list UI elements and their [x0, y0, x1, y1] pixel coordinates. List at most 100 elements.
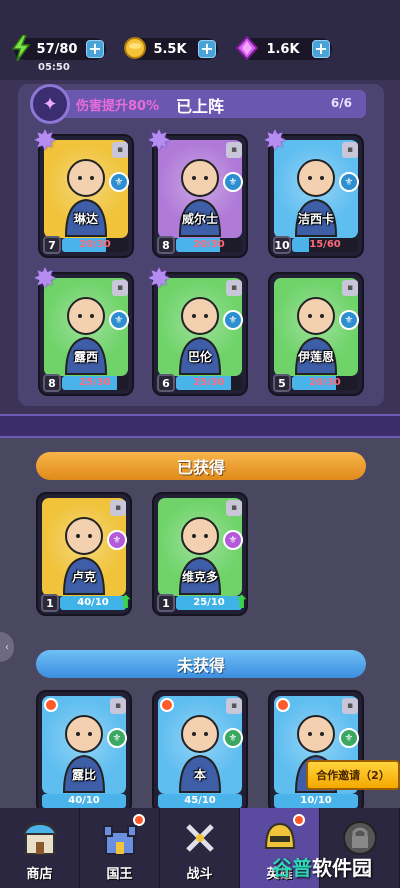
hero-card[interactable]: ▪ ⚜ 10/10 [268, 690, 364, 814]
hero-card[interactable]: ▪ ⚜ 伊莲恩 5 20/30 [268, 272, 364, 396]
hero-shard-count: 25/30 [193, 377, 225, 388]
shop-icon [18, 816, 62, 860]
hero-role-icon: ⚜ [223, 310, 243, 330]
star-rank-icon: ✸ [263, 124, 287, 157]
hero-card[interactable]: ▪ ⚜ 维克多 1 25/10 ⬆ [152, 492, 250, 616]
hero-name: 威尔士 [181, 212, 218, 226]
star-rank-icon: ✸ [33, 262, 57, 295]
hero-shard-bar: 20/30 [292, 376, 358, 390]
hero-role-icon: ⚜ [109, 310, 129, 330]
add-gems-button[interactable]: + [312, 40, 330, 58]
hero-name: 卢克 [71, 570, 96, 584]
hero-role-icon: ⚜ [109, 172, 129, 192]
hero-role-icon: ⚜ [223, 172, 243, 192]
add-energy-button[interactable]: + [86, 40, 104, 58]
hero-type-icon: ▪ [226, 142, 242, 158]
hero-shard-count: 40/10 [77, 597, 109, 608]
new-hero-dot [276, 698, 290, 712]
hero-shard-bar: 20/30 [176, 238, 242, 252]
tab-shop-label: 商店 [26, 867, 53, 882]
deployed-count: 6/6 [330, 96, 352, 110]
lightning-icon [8, 34, 34, 62]
hero-shard-count: 20/30 [79, 239, 111, 250]
hero-name: 巴伦 [187, 350, 212, 364]
hero-shard-count: 40/10 [68, 795, 100, 806]
hero-role-icon: ⚜ [339, 728, 359, 748]
hero-type-icon: ▪ [342, 142, 358, 158]
hero-shard-count: 20/30 [193, 239, 225, 250]
hero-shard-bar: 20/30 [62, 238, 128, 252]
tab-king[interactable]: 国王 [80, 808, 160, 888]
tab-king-label: 国王 [106, 867, 133, 882]
hero-card[interactable]: ✸ ▪ ⚜ 露西 8 25/30 [33, 264, 134, 396]
boost-star-icon[interactable]: ✦ [30, 84, 70, 124]
gold-counter: 5.5K + [124, 37, 218, 60]
hero-card[interactable]: ✸ ▪ ⚜ 威尔士 8 20/30 [147, 126, 248, 258]
hero-type-icon: ▪ [110, 500, 126, 516]
coin-icon [122, 34, 148, 62]
hero-role-icon: ⚜ [339, 172, 359, 192]
hero-level: 10 [273, 236, 291, 254]
watermark: 谷普软件园 [272, 856, 372, 880]
hero-card[interactable]: ✸ ▪ ⚜ 巴伦 6 25/30 [147, 264, 248, 396]
upgrade-arrow-icon[interactable]: ⬆ [234, 592, 250, 613]
tab-battle[interactable]: 战斗 [160, 808, 240, 888]
hero-card[interactable]: ▪ ⚜ 本 45/10 [152, 690, 248, 814]
hero-name: 本 [193, 768, 206, 782]
hero-name: 伊莲恩 [297, 350, 334, 364]
hero-card[interactable]: ▪ ⚜ 露比 40/10 [36, 690, 132, 814]
coop-invite-button[interactable]: 合作邀请（2） [306, 760, 400, 790]
hero-shard-bar: 25/30 [176, 376, 242, 390]
obtained-header: 已获得 [36, 452, 366, 480]
hero-name: 露比 [71, 768, 96, 782]
new-hero-dot [44, 698, 58, 712]
hero-level: 8 [43, 374, 61, 392]
deployed-title: 已上阵 [176, 97, 225, 116]
hero-shard-count: 45/10 [184, 795, 216, 806]
hero-name: 露西 [73, 350, 98, 364]
hero-level: 1 [157, 594, 175, 612]
hero-type-icon: ▪ [112, 142, 128, 158]
hero-shard-bar: 40/10 [60, 596, 126, 610]
energy-counter: 57/80 + [11, 35, 106, 61]
hero-type-icon: ▪ [342, 280, 358, 296]
gem-icon [234, 34, 260, 62]
not-obtained-header: 未获得 [36, 650, 366, 678]
hero-type-icon: ▪ [226, 280, 242, 296]
deployed-header: 伤害提升80% 已上阵 6/6 [36, 90, 366, 118]
tab-battle-label: 战斗 [186, 867, 213, 882]
castle-icon [98, 816, 142, 860]
tab-shop[interactable]: 商店 [0, 808, 80, 888]
swords-icon [178, 816, 222, 860]
hero-type-icon: ▪ [110, 698, 126, 714]
hero-name: 琳达 [73, 212, 98, 226]
hero-name: 洁西卡 [297, 212, 334, 226]
new-hero-dot [160, 698, 174, 712]
hero-shard-bar: 15/60 [292, 238, 358, 252]
upgrade-arrow-icon[interactable]: ⬆ [118, 592, 134, 613]
hero-role-icon: ⚜ [223, 728, 243, 748]
hero-type-icon: ▪ [226, 698, 242, 714]
hero-role-icon: ⚜ [107, 530, 127, 550]
star-rank-icon: ✸ [147, 124, 171, 157]
star-rank-icon: ✸ [147, 262, 171, 295]
hero-role-icon: ⚜ [339, 310, 359, 330]
hero-shard-count: 10/10 [300, 795, 332, 806]
hero-shard-count: 20/30 [309, 377, 341, 388]
hero-level: 6 [157, 374, 175, 392]
hero-shard-bar: 40/10 [42, 794, 126, 808]
hero-card[interactable]: ▪ ⚜ 卢克 1 40/10 ⬆ [36, 492, 134, 616]
hero-card[interactable]: ✸ ▪ ⚜ 洁西卡 10 15/60 [263, 126, 364, 258]
hero-type-icon: ▪ [112, 280, 128, 296]
hero-shard-bar: 10/10 [274, 794, 358, 808]
gems-counter: 1.6K + [235, 36, 332, 60]
hero-role-icon: ⚜ [107, 728, 127, 748]
hero-shard-count: 15/60 [309, 239, 341, 250]
hero-shard-count: 25/10 [193, 597, 225, 608]
add-gold-button[interactable]: + [198, 40, 216, 58]
hero-level: 5 [273, 374, 291, 392]
hero-level: 8 [157, 236, 175, 254]
damage-boost-label: 伤害提升80% [76, 99, 160, 114]
hero-card[interactable]: ✸ ▪ ⚜ 琳达 7 20/30 [33, 126, 134, 258]
hero-shard-count: 25/30 [79, 377, 111, 388]
